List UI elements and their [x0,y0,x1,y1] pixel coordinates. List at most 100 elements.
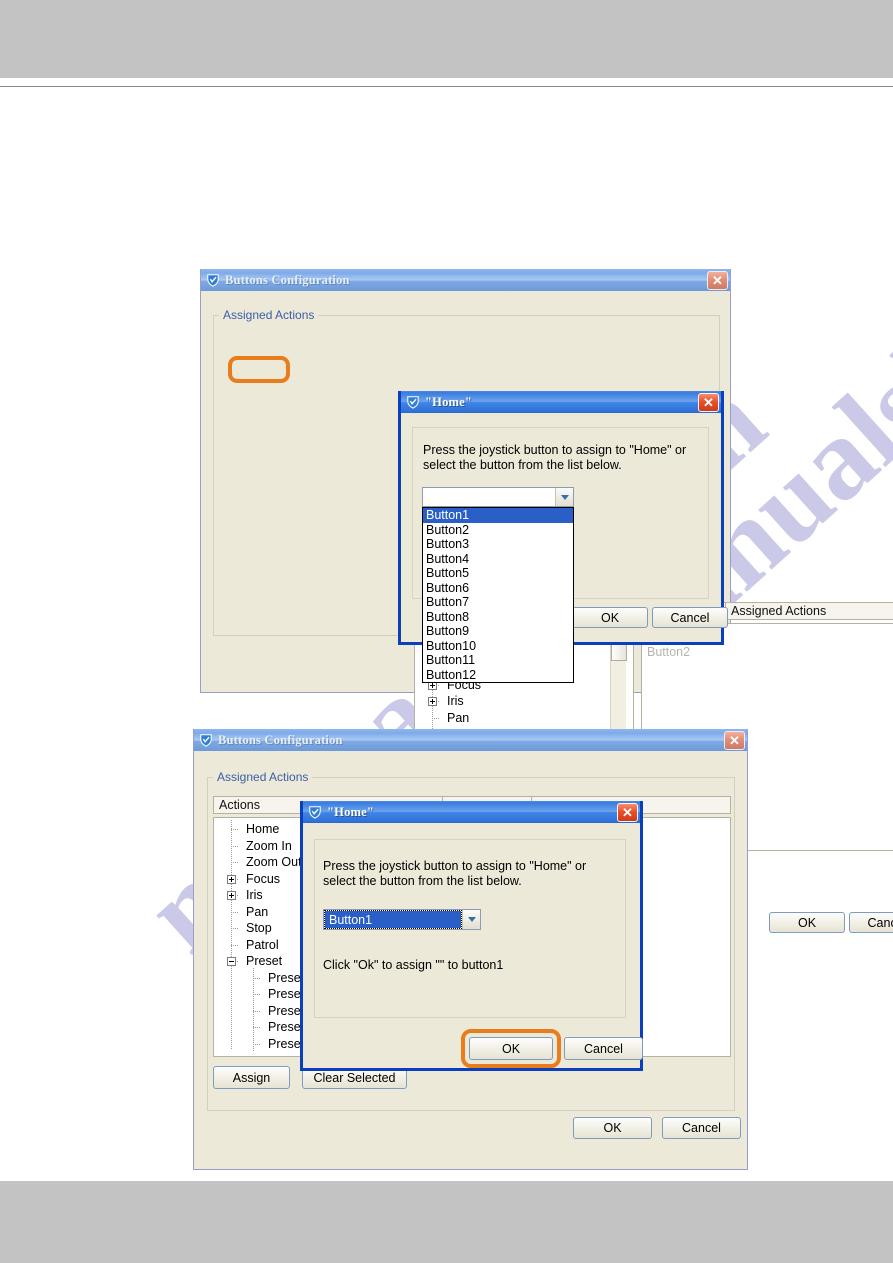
dropdown-option[interactable]: Button8 [423,610,573,625]
tree-tick [231,829,238,830]
dropdown-option[interactable]: Button6 [423,581,573,596]
dialog2-title: "Home" [327,804,375,819]
window2-cancel-button[interactable]: Cancel [662,1117,741,1139]
window1-cancel-label: Cancel [867,915,893,930]
app-shield-icon [199,733,213,747]
dropdown-option[interactable]: Button12 [423,668,573,683]
window1-group-label: Assigned Actions [219,308,319,322]
tree-expander-plus-icon[interactable] [227,891,236,900]
window2-close-button[interactable]: ✕ [724,730,745,750]
tree-tick [253,977,261,979]
window1-titlebar[interactable]: Buttons Configuration ✕ [201,269,730,291]
page-footer-banner [0,1181,893,1263]
window1-close-button[interactable]: ✕ [707,270,728,290]
dialog2-ok-button[interactable]: OK [469,1037,553,1060]
dropdown-option[interactable]: Button9 [423,624,573,639]
window1-ok-button[interactable]: OK [769,912,845,933]
dialog1-titlebar[interactable]: "Home" ✕ [401,391,721,413]
dialog2-combo-value: Button1 [324,910,462,929]
dialog1-close-button[interactable]: ✕ [698,392,719,412]
page-header-banner [0,0,893,78]
chevron-down-icon[interactable] [462,910,480,929]
dialog2-cancel-button[interactable]: Cancel [564,1037,643,1060]
dropdown-option[interactable]: Button7 [423,595,573,610]
app-shield-icon [308,805,322,819]
chevron-down-icon[interactable] [555,488,573,506]
tree-item-label: Focus [246,871,281,886]
tree-tick [231,944,238,946]
tree-tick [253,1043,261,1045]
tree-item-label: Patrol [246,937,279,952]
window2-clear-selected-label: Clear Selected [313,1070,396,1085]
dropdown-option[interactable]: Button11 [423,653,573,668]
dialog1-title: "Home" [425,394,473,409]
window2-group-label: Assigned Actions [213,770,313,784]
window2-assign-button[interactable]: Assign [213,1066,290,1089]
dialog1-dropdown-list[interactable]: Button1 Button2 Button3 Button4 Button5 Butto… [422,507,574,683]
dialog1-cancel-button[interactable]: Cancel [652,607,728,628]
dialog2-cancel-label: Cancel [584,1041,623,1056]
tree-item-label: Preset [246,954,283,968]
tree-tick [231,911,238,913]
assigned-row-button: Button2 [647,644,691,659]
window1-title: Buttons Configuration [225,272,350,287]
tree-tick [432,717,439,719]
tree-item-label: Iris [246,888,263,902]
home-assign-dialog-1: "Home" ✕ Press the joystick button to as… [398,391,728,683]
dialog1-cancel-label: Cancel [670,610,710,625]
tree-item-label: Iris [447,694,464,708]
tree-item-label: Zoom Out [246,855,302,869]
tree-item-label: Zoom In [246,838,292,853]
tree-item-label: Pan [447,710,470,725]
dropdown-option[interactable]: Button2 [423,523,573,538]
window2-assign-label: Assign [232,1070,271,1085]
tree-tick [253,1010,261,1012]
tree-tick [231,928,238,929]
tree-expander-plus-icon[interactable] [428,697,437,706]
tree-tick [231,862,238,863]
app-shield-icon [206,273,220,287]
tree-tick [253,1027,261,1028]
window2-titlebar[interactable]: Buttons Configuration ✕ [194,729,747,751]
window1-ok-label: OK [797,915,817,930]
window2-cancel-label: Cancel [682,1121,721,1135]
dialog1-ok-button[interactable]: OK [572,607,648,628]
dialog2-close-button[interactable]: ✕ [617,802,638,822]
tree-tick [253,994,261,995]
tree-item-label: Home [246,822,280,836]
dropdown-option[interactable]: Button1 [423,508,573,523]
tree-item-label: Pan [246,904,269,919]
window1-cancel-button[interactable]: Cancel [849,912,893,933]
page-header-rule [0,86,893,87]
window2-ok-label: OK [603,1121,622,1135]
app-shield-icon [406,395,420,409]
dialog2-titlebar[interactable]: "Home" ✕ [303,801,640,823]
window2-ok-button[interactable]: OK [573,1117,652,1139]
manual-page: manualslib.com manualslib.com Buttons Co… [0,0,893,1263]
dropdown-option[interactable]: Button4 [423,552,573,567]
dropdown-option[interactable]: Button3 [423,537,573,552]
dialog2-button-combo[interactable]: Button1 [323,909,481,930]
dialog1-prompt-line2: select the button from the list below. [423,458,622,472]
tree-tick [231,845,238,847]
tree-item[interactable]: Iris [415,693,633,710]
window1-assigned-actions-header: Assigned Actions [725,602,893,620]
dialog2-confirm-text: Click "Ok" to assign "" to button1 [323,958,504,972]
dialog2-ok-label: OK [501,1041,521,1056]
tree-item[interactable]: Pan [415,710,633,727]
tree-expander-minus-icon[interactable] [227,957,236,966]
dropdown-option[interactable]: Button5 [423,566,573,581]
tree-item-label: Stop [246,921,272,935]
dialog2-prompt-line2: select the button from the list below. [323,874,522,888]
dialog1-ok-label: OK [600,610,620,625]
dropdown-option[interactable]: Button10 [423,639,573,654]
assigned-row[interactable]: Button2 [645,644,893,661]
home-assign-dialog-2: "Home" ✕ Press the joystick button to as… [300,801,643,1071]
dialog1-button-combo[interactable] [422,487,574,507]
tree-expander-plus-icon[interactable] [227,874,236,884]
dialog1-prompt-line1: Press the joystick button to assign to "… [423,443,687,457]
dialog1-combo-value [423,488,555,506]
dialog1-dropdown-items: Button1 Button2 Button3 Button4 Button5 Butto… [423,508,573,682]
window2-title: Buttons Configuration [218,732,343,747]
dialog2-prompt-line1: Press the joystick button to assign to "… [323,859,587,873]
